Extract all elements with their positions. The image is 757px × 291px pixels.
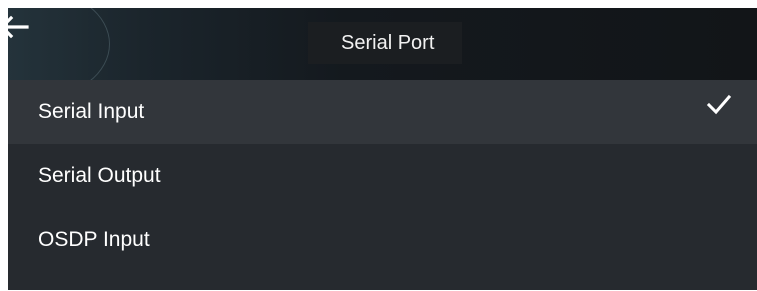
- menu-item-label: OSDP Input: [38, 228, 150, 251]
- menu-item-label: Serial Input: [38, 100, 145, 123]
- checkmark-icon: [706, 94, 732, 115]
- header-bar: Serial Port: [8, 8, 757, 98]
- serial-port-menu: Serial Input Serial Output OSDP Input: [8, 80, 757, 290]
- page-title: Serial Port: [341, 32, 435, 54]
- arrow-left-icon: [8, 15, 29, 39]
- menu-item-osdp-input[interactable]: OSDP Input: [8, 208, 757, 272]
- serial-port-screen: Serial Port Serial Input Serial Output O…: [8, 8, 757, 290]
- menu-item-serial-input[interactable]: Serial Input: [8, 80, 757, 144]
- menu-item-serial-output[interactable]: Serial Output: [8, 144, 757, 208]
- menu-item-label: Serial Output: [38, 164, 161, 187]
